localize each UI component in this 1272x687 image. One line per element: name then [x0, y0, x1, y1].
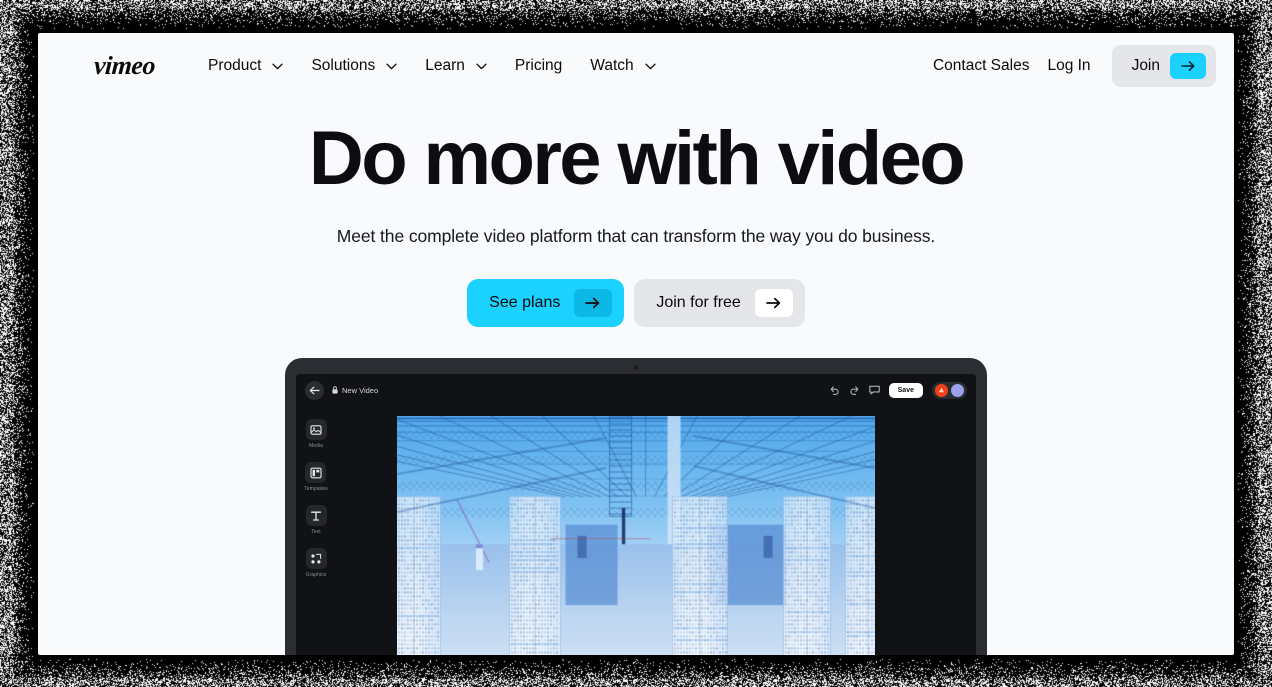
nav-item-watch[interactable]: Watch: [576, 51, 669, 81]
document-title-text: New Video: [342, 386, 378, 395]
chevron-down-icon: [272, 63, 283, 70]
sidebar-label-media: Media: [309, 443, 323, 449]
video-preview[interactable]: [397, 416, 875, 655]
editor-right-rail: [936, 406, 976, 655]
nav-label-pricing: Pricing: [515, 57, 562, 75]
comment-icon[interactable]: [869, 385, 880, 395]
hero-cta-group: See plans Join for free: [38, 279, 1234, 327]
sidebar-item-templates[interactable]: Templates: [304, 462, 328, 492]
back-button[interactable]: [305, 381, 324, 400]
join-for-free-button[interactable]: Join for free: [634, 279, 804, 327]
redo-icon[interactable]: [849, 385, 860, 395]
graphics-icon: [306, 548, 327, 569]
document-title[interactable]: New Video: [332, 386, 378, 395]
nav-label-solutions: Solutions: [311, 57, 375, 75]
avatar[interactable]: [951, 384, 964, 397]
media-icon: [306, 419, 327, 440]
lock-icon: [332, 386, 338, 394]
nav-item-learn[interactable]: Learn: [411, 51, 501, 81]
sidebar-label-templates: Templates: [304, 486, 328, 492]
contact-sales-link[interactable]: Contact Sales: [924, 51, 1039, 81]
save-button[interactable]: Save: [889, 383, 923, 398]
arrow-right-icon: [755, 289, 793, 317]
nav-label-product: Product: [208, 57, 261, 75]
hero-section: Do more with video Meet the complete vid…: [38, 99, 1234, 327]
nav-label-learn: Learn: [425, 57, 465, 75]
nav-item-solutions[interactable]: Solutions: [297, 51, 411, 81]
editor-screen: New Video Save Media Templates Text Grap…: [296, 374, 976, 655]
hero-subtitle: Meet the complete video platform that ca…: [38, 226, 1234, 247]
editor-sidebar: Media Templates Text Graphics: [296, 406, 336, 655]
nav-item-product[interactable]: Product: [194, 51, 297, 81]
editor-toolbar: New Video Save: [296, 374, 976, 406]
sidebar-item-text[interactable]: Text: [306, 505, 327, 535]
text-icon: [306, 505, 327, 526]
arrow-right-icon: [1170, 53, 1206, 79]
laptop-mockup: New Video Save Media Templates Text Grap…: [285, 358, 987, 655]
chevron-down-icon: [476, 63, 487, 70]
avatar[interactable]: [935, 384, 948, 397]
arrow-left-icon: [309, 386, 320, 395]
join-for-free-label: Join for free: [656, 294, 740, 312]
nav-label-watch: Watch: [590, 57, 633, 75]
log-in-link[interactable]: Log In: [1038, 51, 1099, 81]
vimeo-homepage: vimeo Product Solutions Learn Pricing Wa…: [38, 33, 1234, 655]
join-label: Join: [1132, 57, 1160, 75]
site-header: vimeo Product Solutions Learn Pricing Wa…: [38, 33, 1234, 99]
sidebar-item-media[interactable]: Media: [306, 419, 327, 449]
page-title: Do more with video: [38, 121, 1234, 197]
chevron-down-icon: [645, 63, 656, 70]
sidebar-item-graphics[interactable]: Graphics: [306, 548, 327, 578]
sidebar-label-graphics: Graphics: [306, 572, 327, 578]
editor-canvas-area: [336, 406, 936, 655]
laptop-frame: New Video Save Media Templates Text Grap…: [285, 358, 987, 655]
main-navigation: Product Solutions Learn Pricing Watch: [194, 51, 670, 81]
editor-body: Media Templates Text Graphics: [296, 406, 976, 655]
arrow-right-icon: [574, 289, 612, 317]
collaborator-avatars: [932, 382, 967, 399]
vimeo-logo[interactable]: vimeo: [93, 51, 156, 81]
header-actions: Contact Sales Log In Join: [924, 45, 1216, 87]
nav-item-pricing[interactable]: Pricing: [501, 51, 576, 81]
webcam-dot: [634, 365, 639, 370]
undo-icon[interactable]: [829, 385, 840, 395]
see-plans-button[interactable]: See plans: [467, 279, 624, 327]
sidebar-label-text: Text: [311, 529, 321, 535]
editor-toolbar-right: Save: [829, 382, 967, 399]
chevron-down-icon: [386, 63, 397, 70]
join-button[interactable]: Join: [1112, 45, 1216, 87]
templates-icon: [305, 462, 326, 483]
see-plans-label: See plans: [489, 294, 560, 312]
